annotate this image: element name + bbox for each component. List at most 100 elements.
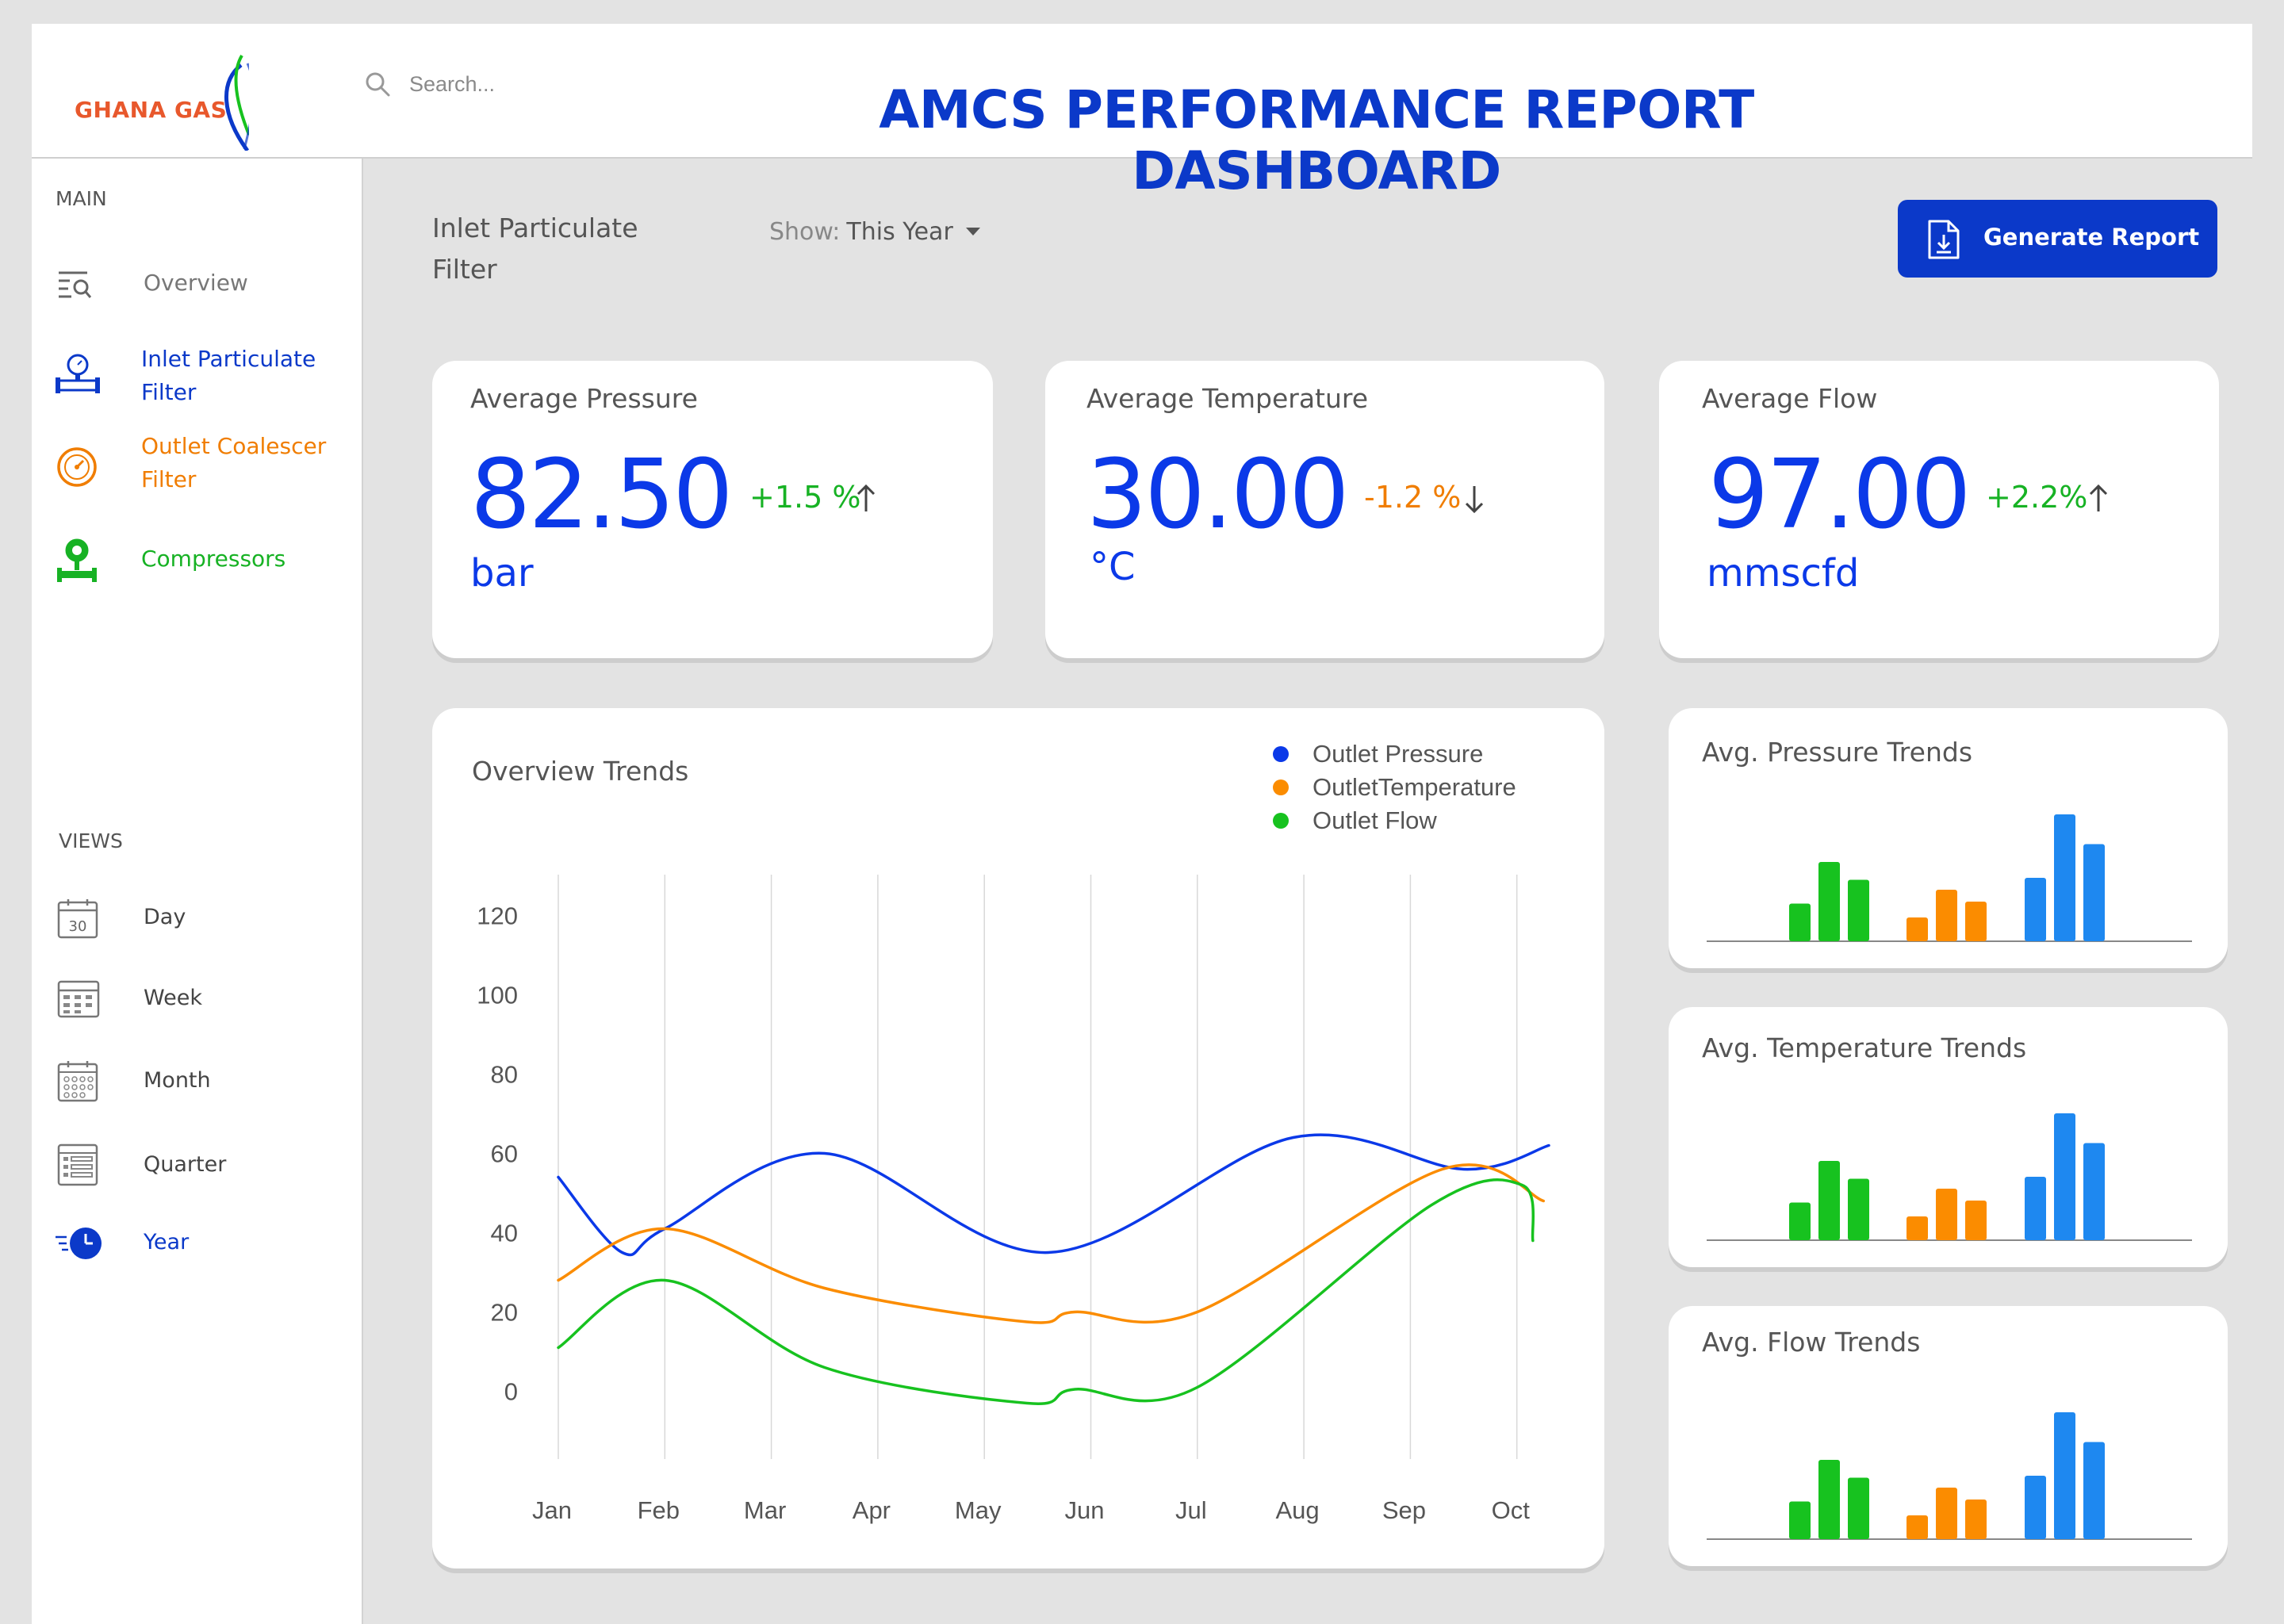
calendar-day-icon: 30 [57, 899, 98, 939]
bar [2083, 844, 2105, 941]
period-dropdown-value: This Year [846, 217, 953, 246]
kpi-change: +1.5 % [749, 480, 861, 515]
y-tick-label: 40 [491, 1220, 518, 1247]
page-title: AMCS PERFORMANCE REPORT DASHBOARD [879, 79, 1754, 201]
gauge-dial-icon [57, 447, 97, 487]
view-item-label: Month [144, 1068, 211, 1093]
series-line [557, 1178, 1535, 1405]
avg-temperature-trends-card: Avg. Temperature Trends [1669, 1007, 2228, 1267]
sidebar-item-compressors[interactable]: Compressors [32, 533, 363, 588]
y-tick-label: 60 [491, 1140, 518, 1168]
bar [1848, 1477, 1869, 1539]
bar [1848, 879, 1869, 941]
x-tick-label: Apr [853, 1496, 891, 1524]
series-line [557, 1163, 1546, 1324]
avg-pressure-bar-chart [1707, 814, 2192, 942]
kpi-card-temperature: Average Temperature 30.00 -1.2 % °C [1045, 361, 1604, 658]
pressure-gauge-pipe-icon [56, 354, 100, 393]
y-tick-label: 80 [491, 1061, 518, 1089]
bar [2083, 1143, 2105, 1240]
view-item-quarter[interactable]: Quarter [32, 1140, 363, 1191]
kpi-unit: bar [470, 551, 534, 596]
arrow-up-icon [2089, 484, 2108, 511]
bar [1936, 1488, 1957, 1539]
kpi-unit: mmscfd [1707, 551, 1860, 596]
generate-report-label: Generate Report [1983, 224, 2200, 251]
bar [1789, 1501, 1811, 1539]
x-tick-label: Oct [1492, 1496, 1531, 1524]
arrow-up-icon [856, 484, 876, 511]
arrow-down-icon [1465, 486, 1484, 514]
overview-trends-card: Overview Trends Outlet Pressure OutletTe… [432, 708, 1604, 1568]
view-item-month[interactable]: Month [32, 1056, 363, 1107]
kpi-unit: °C [1090, 545, 1136, 589]
kpi-change: +2.2% [1986, 480, 2088, 515]
sidebar-item-overview[interactable]: Overview [32, 260, 363, 308]
period-dropdown-label: Show: [769, 217, 841, 246]
bar [2025, 1476, 2046, 1539]
header-bar: GHANA GAS AMCS PERFORMANCE REPORT DASHBO… [32, 24, 2252, 201]
section-heading: Inlet Particulate Filter [432, 213, 638, 285]
y-tick-label: 120 [477, 902, 518, 930]
bar [1907, 1216, 1928, 1240]
search-icon[interactable] [363, 70, 392, 98]
bar [2083, 1442, 2105, 1539]
kpi-change: -1.2 % [1364, 480, 1462, 515]
avg-pressure-trends-card: Avg. Pressure Trends [1669, 708, 2228, 968]
sidebar-item-outlet-coalescer-filter[interactable]: Outlet Coalescer Filter [32, 430, 363, 501]
kpi-title: Average Temperature [1086, 383, 1369, 414]
kpi-card-flow: Average Flow 97.00 +2.2% mmscfd [1659, 361, 2219, 658]
bar [2054, 1113, 2075, 1240]
bar [1936, 1189, 1957, 1240]
bar [1965, 1201, 1987, 1240]
bar [1965, 902, 1987, 941]
x-tick-label: Mar [744, 1496, 786, 1524]
sidebar: MAIN Overview Inlet Particulate Filter O… [32, 159, 363, 1624]
generate-report-button[interactable]: Generate Report [1898, 200, 2217, 278]
kpi-card-pressure: Average Pressure 82.50 +1.5 % bar [432, 361, 993, 658]
y-tick-label: 100 [477, 982, 518, 1009]
y-tick-label: 0 [504, 1378, 518, 1406]
x-tick-label: Aug [1276, 1496, 1320, 1524]
document-download-icon [1928, 220, 1960, 259]
bar [1907, 917, 1928, 941]
avg-temperature-bar-chart [1707, 1113, 2192, 1241]
brand-name: GHANA GAS [75, 97, 228, 123]
bar [1818, 1460, 1840, 1539]
view-item-label: Week [144, 986, 202, 1010]
views-section-label: VIEWS [59, 829, 123, 852]
calendar-badge: 30 [69, 918, 87, 935]
view-item-label: Day [144, 905, 186, 929]
calendar-week-icon [57, 980, 100, 1018]
kpi-value: 30.00 [1086, 440, 1350, 550]
bar [1818, 1161, 1840, 1240]
avg-flow-bar-chart [1707, 1412, 2192, 1540]
calendar-month-icon [57, 1061, 98, 1102]
bar [1789, 1202, 1811, 1240]
x-tick-label: Jun [1065, 1496, 1105, 1524]
calendar-quarter-icon [57, 1143, 98, 1186]
bar [2025, 1177, 2046, 1240]
sidebar-item-label: Overview [144, 270, 248, 296]
sidebar-item-label: Outlet Coalescer Filter [141, 433, 327, 492]
overview-search-icon [59, 271, 92, 298]
series-line [557, 1133, 1550, 1257]
bar [2025, 878, 2046, 941]
period-dropdown[interactable]: Show: This Year [769, 216, 980, 247]
sidebar-item-label: Compressors [141, 546, 286, 572]
x-tick-label: Feb [638, 1496, 680, 1524]
x-tick-label: Jul [1175, 1496, 1207, 1524]
view-item-year[interactable]: Year [32, 1218, 363, 1269]
overview-line-chart: Jan Feb Mar Apr May Jun Jul Aug Sep Oct 120 100 80 60… [477, 875, 1550, 1524]
avg-flow-trends-card: Avg. Flow Trends [1669, 1306, 2228, 1566]
search-input[interactable] [409, 68, 647, 100]
kpi-title: Average Flow [1702, 383, 1878, 414]
view-item-week[interactable]: Week [32, 975, 363, 1026]
sidebar-item-inlet-particulate-filter[interactable]: Inlet Particulate Filter [32, 343, 363, 414]
x-tick-label: Jan [532, 1496, 572, 1524]
compressor-valve-icon [57, 538, 97, 582]
view-item-day[interactable]: 30 Day [32, 893, 363, 944]
bar [1965, 1500, 1987, 1539]
bar [1936, 890, 1957, 941]
view-item-label: Quarter [144, 1152, 227, 1177]
